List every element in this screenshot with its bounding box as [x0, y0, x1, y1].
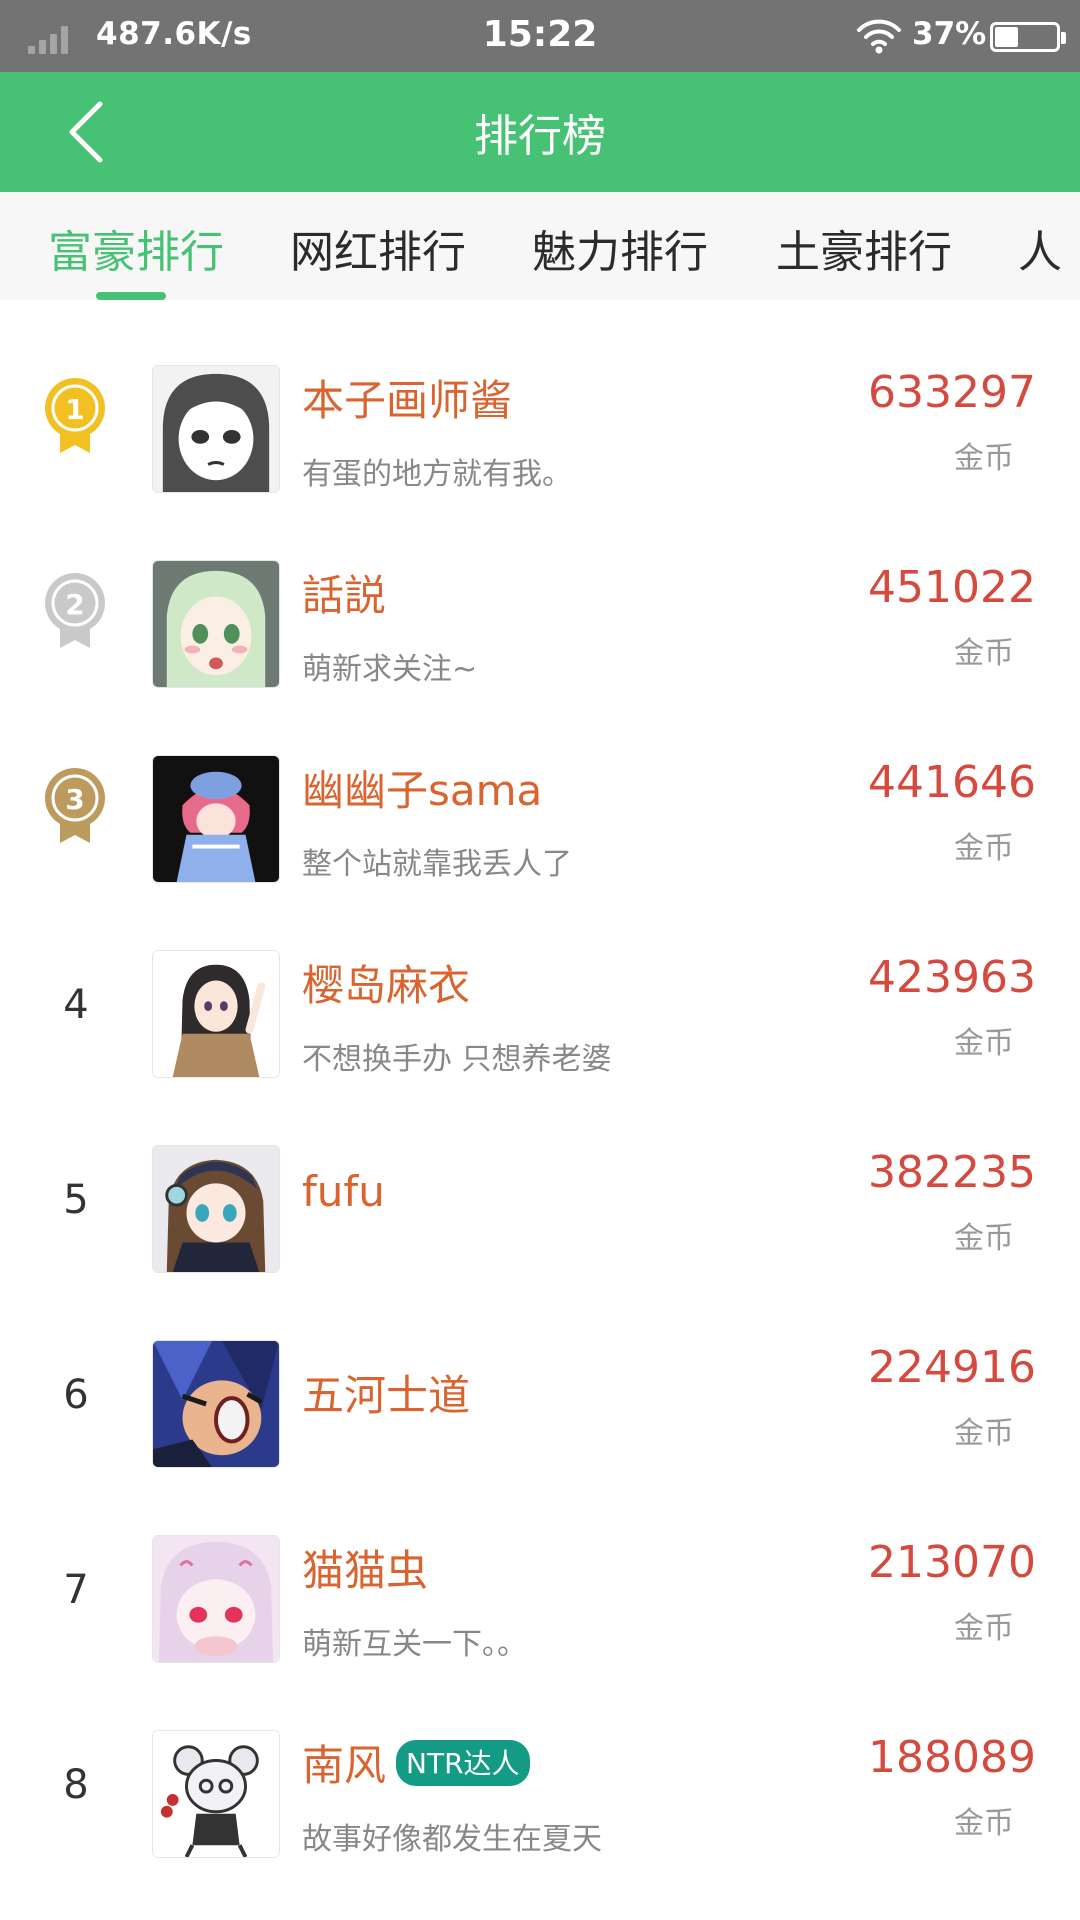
rank-number: 6: [63, 1372, 89, 1418]
ranking-row[interactable]: 2 話説 萌新求关注~ 451022 金币: [0, 520, 1080, 715]
coin-unit: 金币: [954, 1026, 1014, 1061]
rank-number: 4: [63, 982, 89, 1028]
user-motto: 故事好像都发生在夏天: [302, 1822, 602, 1857]
tab-people[interactable]: 人: [1018, 216, 1062, 280]
tab-indicator: [96, 292, 166, 300]
coin-amount: 441646: [868, 757, 1036, 808]
coin-unit: 金币: [954, 1806, 1014, 1841]
battery-percent: 37%: [912, 16, 987, 52]
avatar[interactable]: [152, 1145, 280, 1273]
user-motto: 不想换手办 只想养老婆: [302, 1042, 612, 1077]
user-name: 幽幽子sama: [302, 766, 543, 815]
ranking-row[interactable]: 1 本子画师酱 有蛋的地方就有我。 633297 金币: [0, 325, 1080, 520]
coin-amount: 224916: [868, 1342, 1036, 1393]
rank-number: 5: [63, 1177, 89, 1223]
tab-charm[interactable]: 魅力排行: [532, 216, 708, 280]
ranking-row[interactable]: 8 南风 NTR达人 故事好像都发生在夏天 188089 金币: [0, 1690, 1080, 1885]
coin-unit: 金币: [954, 831, 1014, 866]
rank-number: 7: [63, 1567, 89, 1613]
user-name: fufu: [302, 1167, 385, 1216]
user-motto: 萌新求关注~: [302, 652, 478, 687]
battery-icon: [990, 22, 1066, 52]
page-title: 排行榜: [474, 111, 606, 162]
avatar[interactable]: [152, 1340, 280, 1468]
gold-medal-icon: 1: [45, 378, 105, 453]
tab-influencer[interactable]: 网红排行: [290, 216, 466, 280]
user-name: 話説: [302, 571, 387, 620]
medal-number: 1: [65, 393, 84, 426]
coin-amount: 423963: [868, 952, 1036, 1003]
avatar[interactable]: [152, 755, 280, 883]
coin-unit: 金币: [954, 441, 1014, 476]
wifi-icon: [857, 19, 901, 54]
bronze-medal-icon: 3: [45, 768, 105, 843]
coin-unit: 金币: [954, 1416, 1014, 1451]
ranking-row[interactable]: 5 fufu 382235 金币: [0, 1105, 1080, 1300]
medal-number: 2: [65, 588, 84, 621]
avatar[interactable]: [152, 365, 280, 493]
user-motto: 整个站就靠我丢人了: [302, 847, 572, 882]
app-bar: 排行榜: [0, 72, 1080, 192]
coin-amount: 213070: [868, 1537, 1036, 1588]
user-name: 本子画师酱: [302, 376, 513, 425]
avatar[interactable]: [152, 950, 280, 1078]
coin-amount: 382235: [868, 1147, 1036, 1198]
coin-unit: 金币: [954, 1611, 1014, 1646]
tab-tycoon[interactable]: 土豪排行: [776, 216, 952, 280]
user-name: 南风: [302, 1741, 387, 1790]
tab-bar: 富豪排行 网红排行 魅力排行 土豪排行 人: [0, 192, 1080, 300]
avatar[interactable]: [152, 1730, 280, 1858]
coin-amount: 633297: [868, 367, 1036, 418]
ranking-row[interactable]: 6 五河士道 224916 金币: [0, 1300, 1080, 1495]
coin-amount: 451022: [868, 562, 1036, 613]
user-name: 五河士道: [302, 1371, 471, 1420]
coin-unit: 金币: [954, 1221, 1014, 1256]
ranking-row[interactable]: 3 幽幽子sama 整个站就靠我丢人了 441646 金币: [0, 715, 1080, 910]
avatar[interactable]: [152, 1535, 280, 1663]
tab-rich[interactable]: 富豪排行: [48, 216, 224, 280]
rank-number: 8: [63, 1762, 89, 1808]
user-motto: 有蛋的地方就有我。: [302, 457, 572, 492]
title-badge: NTR达人: [396, 1739, 530, 1786]
user-name: 猫猫虫: [302, 1546, 429, 1595]
avatar[interactable]: [152, 560, 280, 688]
silver-medal-icon: 2: [45, 573, 105, 648]
coin-unit: 金币: [954, 636, 1014, 671]
coin-amount: 188089: [868, 1732, 1036, 1783]
user-name: 樱岛麻衣: [302, 961, 471, 1010]
ranking-row[interactable]: 4 樱岛麻衣 不想换手办 只想养老婆 423963 金币: [0, 910, 1080, 1105]
status-bar: 487.6K/s 15:22 37%: [0, 0, 1080, 72]
medal-number: 3: [65, 783, 84, 816]
ranking-row[interactable]: 7 猫猫虫 萌新互关一下。。 213070 金币: [0, 1495, 1080, 1690]
user-motto: 萌新互关一下。。: [302, 1627, 527, 1662]
